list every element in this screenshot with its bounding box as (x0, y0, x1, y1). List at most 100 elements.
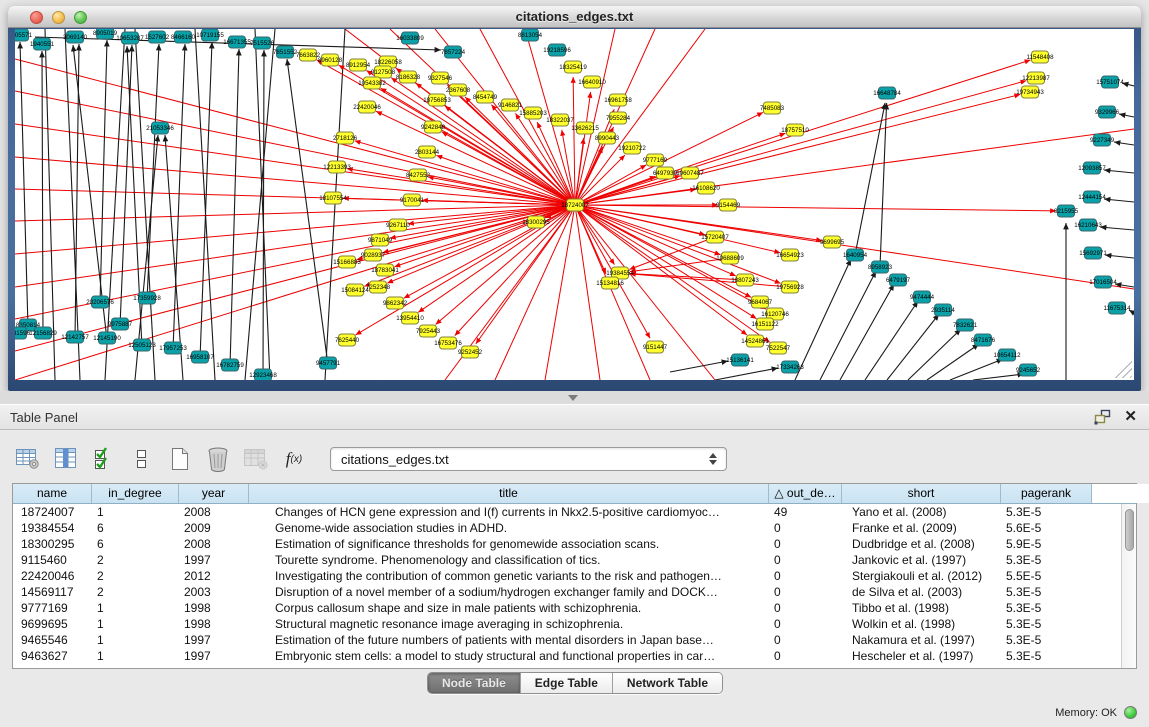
graph-node[interactable]: 12213393 (323, 161, 351, 173)
graph-node[interactable]: 9267110 (386, 219, 410, 231)
table-cell[interactable]: Investigating the contribution of common… (249, 568, 769, 584)
table-cell[interactable]: 5.9E-5 (1001, 536, 1092, 552)
table-cell[interactable]: 1997 (179, 552, 249, 568)
graph-node[interactable]: 19218596 (543, 44, 571, 56)
table-cell[interactable]: 19384554 (13, 520, 92, 536)
column-header-pagerank[interactable]: pagerank (1001, 484, 1092, 503)
graph-node[interactable]: 2803144 (415, 146, 440, 158)
graph-node[interactable]: 16782759 (216, 359, 244, 371)
graph-node[interactable]: 8813054 (518, 29, 543, 41)
graph-node[interactable]: 12923468 (249, 369, 277, 380)
function-builder-button[interactable]: f(x) (280, 446, 308, 472)
table-cell[interactable]: 1 (92, 504, 179, 520)
graph-node[interactable]: 18322037 (546, 114, 574, 126)
graph-node[interactable]: 9684067 (748, 296, 773, 308)
graph-node[interactable]: 8958923 (868, 261, 893, 273)
float-panel-icon[interactable] (1094, 409, 1112, 425)
table-cell[interactable]: 49 (769, 504, 842, 520)
graph-node[interactable]: 9245652 (1016, 364, 1041, 376)
graph-node[interactable]: 9862342 (383, 297, 408, 309)
table-cell[interactable]: Dudbridge et al. (2008) (842, 536, 1001, 552)
graph-node[interactable]: 15751074 (1096, 76, 1124, 88)
graph-node[interactable]: 8912954 (346, 59, 371, 71)
graph-node[interactable]: 16961758 (604, 94, 632, 106)
table-cell[interactable]: 5.6E-5 (1001, 520, 1092, 536)
table-cell[interactable]: 2012 (179, 568, 249, 584)
tab-network-table[interactable]: Network Table (613, 673, 722, 693)
graph-node[interactable]: 7832621 (953, 319, 978, 331)
table-row[interactable]: 946362711997Embryonic stem cells: a mode… (13, 648, 1136, 664)
column-header-year[interactable]: year (179, 484, 249, 503)
graph-node[interactable]: 16033809 (396, 32, 424, 44)
show-columns-button[interactable] (52, 446, 80, 472)
graph-node[interactable]: 9777169 (643, 154, 668, 166)
table-cell[interactable]: 9777169 (13, 600, 92, 616)
table-cell[interactable]: 2008 (179, 504, 249, 520)
table-cell[interactable]: Changes of HCN gene expression and I(f) … (249, 504, 769, 520)
graph-node[interactable]: 19756928 (776, 281, 804, 293)
table-cell[interactable]: 5.3E-5 (1001, 600, 1092, 616)
table-cell[interactable]: 2008 (179, 536, 249, 552)
graph-node[interactable]: 16958107 (186, 351, 214, 363)
graph-node[interactable]: 8471676 (971, 334, 996, 346)
table-cell[interactable]: 18724007 (13, 504, 92, 520)
graph-node[interactable]: 7925443 (416, 325, 441, 337)
graph-node[interactable]: 11675314 (1103, 302, 1131, 314)
table-cell[interactable]: 2 (92, 568, 179, 584)
table-cell[interactable]: Nakamura et al. (1997) (842, 632, 1001, 648)
table-cell[interactable]: 0 (769, 632, 842, 648)
column-header-short[interactable]: short (842, 484, 1001, 503)
table-cell[interactable]: 5.3E-5 (1001, 552, 1092, 568)
graph-node[interactable]: 22420046 (353, 101, 381, 113)
table-cell[interactable]: 1 (92, 632, 179, 648)
table-cell[interactable]: 2 (92, 584, 179, 600)
table-cell[interactable]: 0 (769, 600, 842, 616)
table-cell[interactable]: Disruption of a novel member of a sodium… (249, 584, 769, 600)
graph-node[interactable]: 8905019 (93, 29, 118, 39)
table-row[interactable]: 1872400712008Changes of HCN gene express… (13, 504, 1136, 520)
table-cell[interactable]: de Silva et al. (2003) (842, 584, 1001, 600)
tab-edge-table[interactable]: Edge Table (521, 673, 613, 693)
graph-node[interactable]: 9457791 (316, 357, 341, 369)
table-cell[interactable]: Hescheler et al. (1997) (842, 648, 1001, 664)
delete-table-button-disabled[interactable] (242, 446, 270, 472)
graph-node[interactable]: 13954410 (396, 312, 424, 324)
graph-node[interactable]: 9699695 (820, 236, 845, 248)
table-cell[interactable]: Stergiakouli et al. (2012) (842, 568, 1001, 584)
table-cell[interactable]: Yano et al. (2008) (842, 504, 1001, 520)
table-row[interactable]: 911546021997Tourette syndrome. Phenomeno… (13, 552, 1136, 568)
graph-node[interactable]: 15692971 (1079, 247, 1107, 259)
table-cell[interactable]: Genome-wide association studies in ADHD. (249, 520, 769, 536)
graph-node[interactable]: 16671355 (223, 36, 251, 48)
table-cell[interactable]: 5.3E-5 (1001, 584, 1092, 600)
table-cell[interactable]: 5.3E-5 (1001, 648, 1092, 664)
graph-node[interactable]: 6479197 (886, 274, 911, 286)
network-graph[interactable]: 1872400718300295193845547663822896012889… (15, 29, 1134, 380)
graph-node[interactable]: 8186328 (396, 71, 421, 83)
column-header-title[interactable]: title (249, 484, 769, 503)
graph-node[interactable]: 8454749 (473, 91, 498, 103)
table-cell[interactable]: 1998 (179, 600, 249, 616)
graph-node[interactable]: 7955284 (606, 112, 631, 124)
graph-node[interactable]: 7851552 (273, 46, 298, 58)
graph-node[interactable]: 7857224 (441, 46, 466, 58)
graph-node[interactable]: 7515526 (250, 37, 275, 49)
graph-node[interactable]: 10654112 (993, 349, 1021, 361)
graph-node[interactable]: 2718126 (333, 132, 358, 144)
table-cell[interactable]: 1997 (179, 648, 249, 664)
table-cell[interactable]: 1 (92, 616, 179, 632)
vertical-scrollbar[interactable] (1121, 504, 1136, 668)
graph-node[interactable]: 7485083 (760, 102, 785, 114)
table-cell[interactable]: 5.3E-5 (1001, 616, 1092, 632)
graph-node[interactable]: 8990443 (595, 132, 620, 144)
table-cell[interactable]: 9465546 (13, 632, 92, 648)
table-row[interactable]: 1938455462009Genome-wide association stu… (13, 520, 1136, 536)
unselect-all-columns-button[interactable] (128, 446, 156, 472)
table-row[interactable]: 977716911998Corpus callosum shape and si… (13, 600, 1136, 616)
table-cell[interactable]: Jankovic et al. (1997) (842, 552, 1001, 568)
table-cell[interactable]: 0 (769, 616, 842, 632)
table-cell[interactable]: 22420046 (13, 568, 92, 584)
column-header-in_degree[interactable]: in_degree (92, 484, 179, 503)
table-cell[interactable]: 9463627 (13, 648, 92, 664)
panel-splitter[interactable] (0, 391, 1149, 404)
